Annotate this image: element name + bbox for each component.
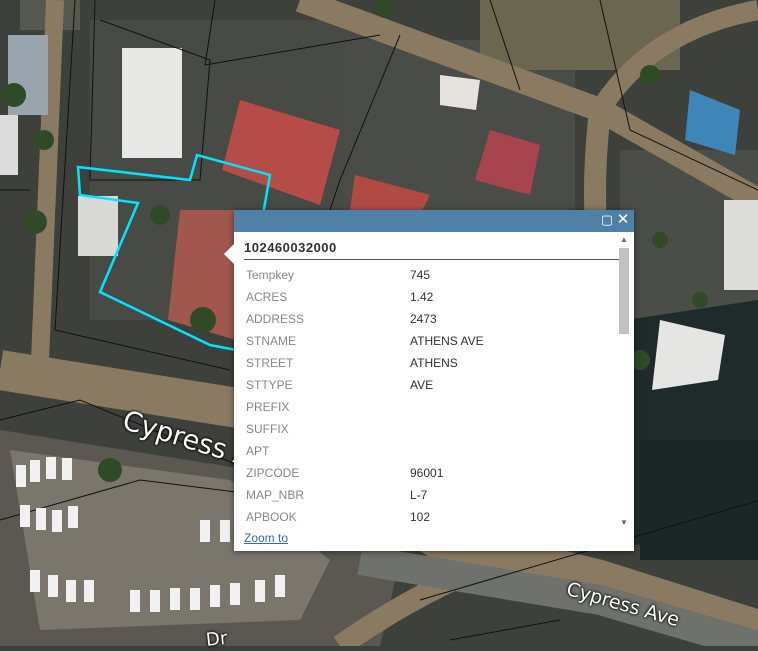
attribute-value: 96001: [410, 466, 444, 480]
attribute-row: SUFFIX: [244, 418, 486, 440]
road-label-dr: Dr: [205, 627, 229, 651]
attribute-key: ADDRESS: [246, 312, 305, 326]
attribute-value: 102: [410, 510, 431, 524]
attribute-key: STNAME: [246, 334, 297, 348]
attribute-key: SUFFIX: [246, 422, 289, 436]
attribute-table: Tempkey 745 ACRES 1.42 ADDRESS 2473 STNAME ATHE…: [244, 264, 486, 528]
attribute-key: ZIPCODE: [246, 466, 300, 480]
popup-titlebar: ▢ ✕: [234, 210, 634, 232]
close-icon[interactable]: ✕: [616, 212, 630, 227]
attribute-value: [408, 396, 486, 418]
attribute-value: 2473: [410, 312, 437, 326]
attribute-row: STTYPE AVE: [244, 374, 486, 396]
attribute-value: 1.42: [410, 290, 434, 304]
attribute-row: APT: [244, 440, 486, 462]
attribute-key: Tempkey: [246, 268, 295, 282]
attribute-key: MAP_NBR: [246, 488, 305, 502]
zoom-to-link[interactable]: Zoom to: [244, 531, 288, 545]
attribute-value: ATHENS: [410, 356, 458, 370]
attribute-row: MAP_NBR L-7: [244, 484, 486, 506]
attribute-value: ATHENS AVE: [410, 334, 484, 348]
scrollbar-thumb[interactable]: [619, 248, 629, 334]
attribute-row: STREET ATHENS: [244, 352, 486, 374]
attribute-value: [408, 418, 486, 440]
popup-pointer: [224, 244, 234, 264]
popup-scrollbar[interactable]: ▲ ▼: [618, 232, 630, 529]
attribute-row: STNAME ATHENS AVE: [244, 330, 486, 352]
feature-popup: ▢ ✕ 102460032000 Tempkey 745 ACRES 1.42 ADDR…: [224, 210, 634, 551]
attribute-row: ADDRESS 2473: [244, 308, 486, 330]
attribute-key: STREET: [246, 356, 294, 370]
attribute-key: APT: [246, 444, 270, 458]
attribute-value: [408, 440, 486, 462]
attribute-key: APBOOK: [246, 510, 297, 524]
attribute-row: PREFIX: [244, 396, 486, 418]
popup-title: 102460032000: [244, 232, 619, 260]
attribute-row: APBOOK 102: [244, 506, 486, 528]
scroll-up-icon[interactable]: ▲: [620, 236, 628, 244]
maximize-icon[interactable]: ▢: [600, 213, 614, 227]
attribute-key: STTYPE: [246, 378, 293, 392]
attribute-row: ZIPCODE 96001: [244, 462, 486, 484]
attribute-value: 745: [410, 268, 431, 282]
attribute-value: AVE: [410, 378, 434, 392]
attribute-row: Tempkey 745: [244, 264, 486, 286]
popup-content: 102460032000 Tempkey 745 ACRES 1.42 ADDRESS 2…: [244, 232, 619, 529]
attribute-key: PREFIX: [246, 400, 290, 414]
attribute-row: ACRES 1.42: [244, 286, 486, 308]
scroll-down-icon[interactable]: ▼: [620, 519, 628, 527]
attribute-value: L-7: [410, 488, 428, 502]
attribute-key: ACRES: [246, 290, 288, 304]
